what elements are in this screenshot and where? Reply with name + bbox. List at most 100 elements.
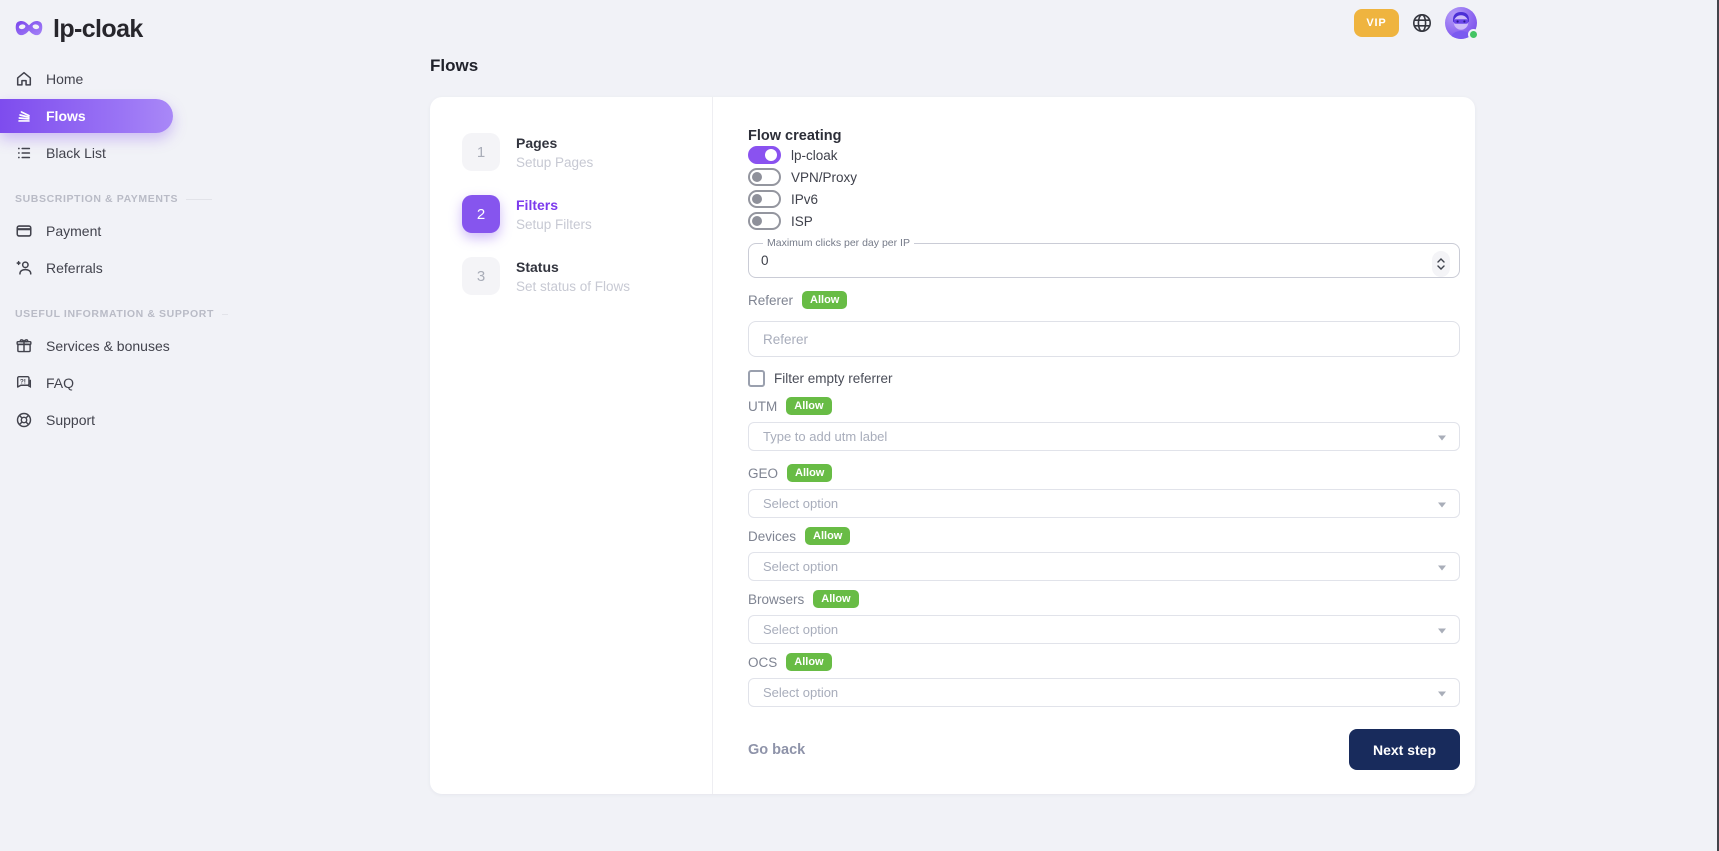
topbar-right-cluster: VIP xyxy=(1354,7,1477,39)
utm-select[interactable]: Type to add utm label xyxy=(748,422,1460,451)
browsers-label: Browsers xyxy=(748,592,804,607)
vip-button[interactable]: VIP xyxy=(1354,9,1399,37)
sidebar-item-black-list[interactable]: Black List xyxy=(0,136,230,170)
toggle-vpn-proxy[interactable]: VPN/Proxy xyxy=(748,166,1460,188)
dropdown-caret-icon xyxy=(1438,628,1446,633)
flow-creating-form: Flow creating lp-cloak VPN/Proxy IPv6 IS… xyxy=(748,97,1460,770)
max-clicks-label: Maximum clicks per day per IP xyxy=(763,237,914,249)
form-title: Flow creating xyxy=(748,128,1460,144)
sidebar-item-services-bonuses[interactable]: Services & bonuses xyxy=(0,329,230,363)
step-subtitle: Set status of Flows xyxy=(516,279,630,294)
dropdown-caret-icon xyxy=(1438,435,1446,440)
utm-label: UTM xyxy=(748,399,777,414)
referer-input[interactable] xyxy=(748,321,1460,357)
browsers-label-row: Browsers Allow xyxy=(748,589,1460,609)
next-step-button[interactable]: Next step xyxy=(1349,729,1460,770)
sidebar-item-flows[interactable]: Flows xyxy=(0,99,173,133)
devices-label: Devices xyxy=(748,529,796,544)
section-title: SUBSCRIPTION & PAYMENTS xyxy=(15,193,178,205)
number-stepper-buttons[interactable] xyxy=(1432,251,1450,277)
sidebar-item-referrals[interactable]: Referrals xyxy=(0,251,230,285)
utm-label-row: UTM Allow xyxy=(748,396,1460,416)
sidebar-item-faq[interactable]: ?! FAQ xyxy=(0,366,230,400)
max-clicks-input[interactable] xyxy=(761,249,1407,271)
browsers-allow-badge[interactable]: Allow xyxy=(813,590,858,608)
geo-placeholder: Select option xyxy=(763,496,838,511)
geo-label: GEO xyxy=(748,466,778,481)
sidebar-item-label: Black List xyxy=(46,145,106,161)
utm-allow-badge[interactable]: Allow xyxy=(786,397,831,415)
sidebar-nav: Home Flows Black List SUBSCRIPTION & PAY… xyxy=(0,62,230,437)
geo-allow-badge[interactable]: Allow xyxy=(787,464,832,482)
devices-placeholder: Select option xyxy=(763,559,838,574)
ocs-allow-badge[interactable]: Allow xyxy=(786,653,831,671)
toggle-label: lp-cloak xyxy=(791,148,838,163)
toggle-switch-on[interactable] xyxy=(748,146,781,164)
step-subtitle: Setup Filters xyxy=(516,217,592,232)
dropdown-caret-icon xyxy=(1438,502,1446,507)
sidebar-item-home[interactable]: Home xyxy=(0,62,230,96)
referer-label-row: Referer Allow xyxy=(748,290,1460,310)
step-status[interactable]: 3 Status Set status of Flows xyxy=(430,257,712,295)
ocs-placeholder: Select option xyxy=(763,685,838,700)
sidebar-item-label: Payment xyxy=(46,223,101,239)
referer-allow-badge[interactable]: Allow xyxy=(802,291,847,309)
browsers-select[interactable]: Select option xyxy=(748,615,1460,644)
flow-card: 1 Pages Setup Pages 2 Filters Setup Filt… xyxy=(430,97,1475,794)
section-divider xyxy=(186,199,212,200)
ocs-select[interactable]: Select option xyxy=(748,678,1460,707)
utm-placeholder: Type to add utm label xyxy=(763,429,887,444)
sidebar-item-payment[interactable]: Payment xyxy=(0,214,230,248)
devices-select[interactable]: Select option xyxy=(748,552,1460,581)
brand-name: lp-cloak xyxy=(53,15,143,44)
toggle-label: ISP xyxy=(791,214,813,229)
devices-allow-badge[interactable]: Allow xyxy=(805,527,850,545)
filter-empty-referrer-checkbox[interactable] xyxy=(748,370,765,387)
geo-select[interactable]: Select option xyxy=(748,489,1460,518)
toggle-label: IPv6 xyxy=(791,192,818,207)
chevron-down-icon xyxy=(1437,265,1445,270)
user-avatar[interactable] xyxy=(1445,7,1477,39)
faq-chat-icon: ?! xyxy=(15,374,33,392)
geo-label-row: GEO Allow xyxy=(748,463,1460,483)
filter-empty-referrer-row[interactable]: Filter empty referrer xyxy=(748,368,1460,388)
browsers-placeholder: Select option xyxy=(763,622,838,637)
toggle-switch-off[interactable] xyxy=(748,190,781,208)
language-globe-icon[interactable] xyxy=(1411,12,1433,34)
gift-icon xyxy=(15,337,33,355)
sidebar-item-label: Flows xyxy=(46,108,86,124)
chevron-up-icon xyxy=(1437,258,1445,263)
go-back-button[interactable]: Go back xyxy=(748,742,805,758)
ocs-label-row: OCS Allow xyxy=(748,652,1460,672)
step-pages[interactable]: 1 Pages Setup Pages xyxy=(430,133,712,171)
sidebar-item-label: Services & bonuses xyxy=(46,338,170,354)
step-number: 2 xyxy=(462,195,500,233)
credit-card-icon xyxy=(15,222,33,240)
devices-label-row: Devices Allow xyxy=(748,526,1460,546)
step-filters[interactable]: 2 Filters Setup Filters xyxy=(430,195,712,233)
toggle-switch-off[interactable] xyxy=(748,168,781,186)
svg-text:?!: ?! xyxy=(20,378,26,385)
form-footer: Go back Next step xyxy=(748,729,1460,770)
toggle-ipv6[interactable]: IPv6 xyxy=(748,188,1460,210)
toggle-isp[interactable]: ISP xyxy=(748,210,1460,232)
step-number: 1 xyxy=(462,133,500,171)
max-clicks-field: Maximum clicks per day per IP xyxy=(748,237,1460,278)
black-list-icon xyxy=(15,144,33,162)
sidebar-item-label: Home xyxy=(46,71,83,87)
brand-logo[interactable]: lp-cloak xyxy=(0,0,230,44)
step-title: Status xyxy=(516,257,630,275)
sidebar: lp-cloak Home Flows Black xyxy=(0,0,230,851)
section-divider xyxy=(222,314,228,315)
step-title: Filters xyxy=(516,195,592,213)
sidebar-item-label: Referrals xyxy=(46,260,103,276)
page-title: Flows xyxy=(430,56,478,76)
sidebar-section-useful-info: USEFUL INFORMATION & SUPPORT xyxy=(0,307,212,321)
toggle-switch-off[interactable] xyxy=(748,212,781,230)
sidebar-item-support[interactable]: Support xyxy=(0,403,230,437)
referer-label: Referer xyxy=(748,293,793,308)
filter-empty-referrer-label: Filter empty referrer xyxy=(774,371,893,386)
sidebar-item-label: Support xyxy=(46,412,95,428)
step-title: Pages xyxy=(516,133,593,151)
toggle-lp-cloak[interactable]: lp-cloak xyxy=(748,144,1460,166)
